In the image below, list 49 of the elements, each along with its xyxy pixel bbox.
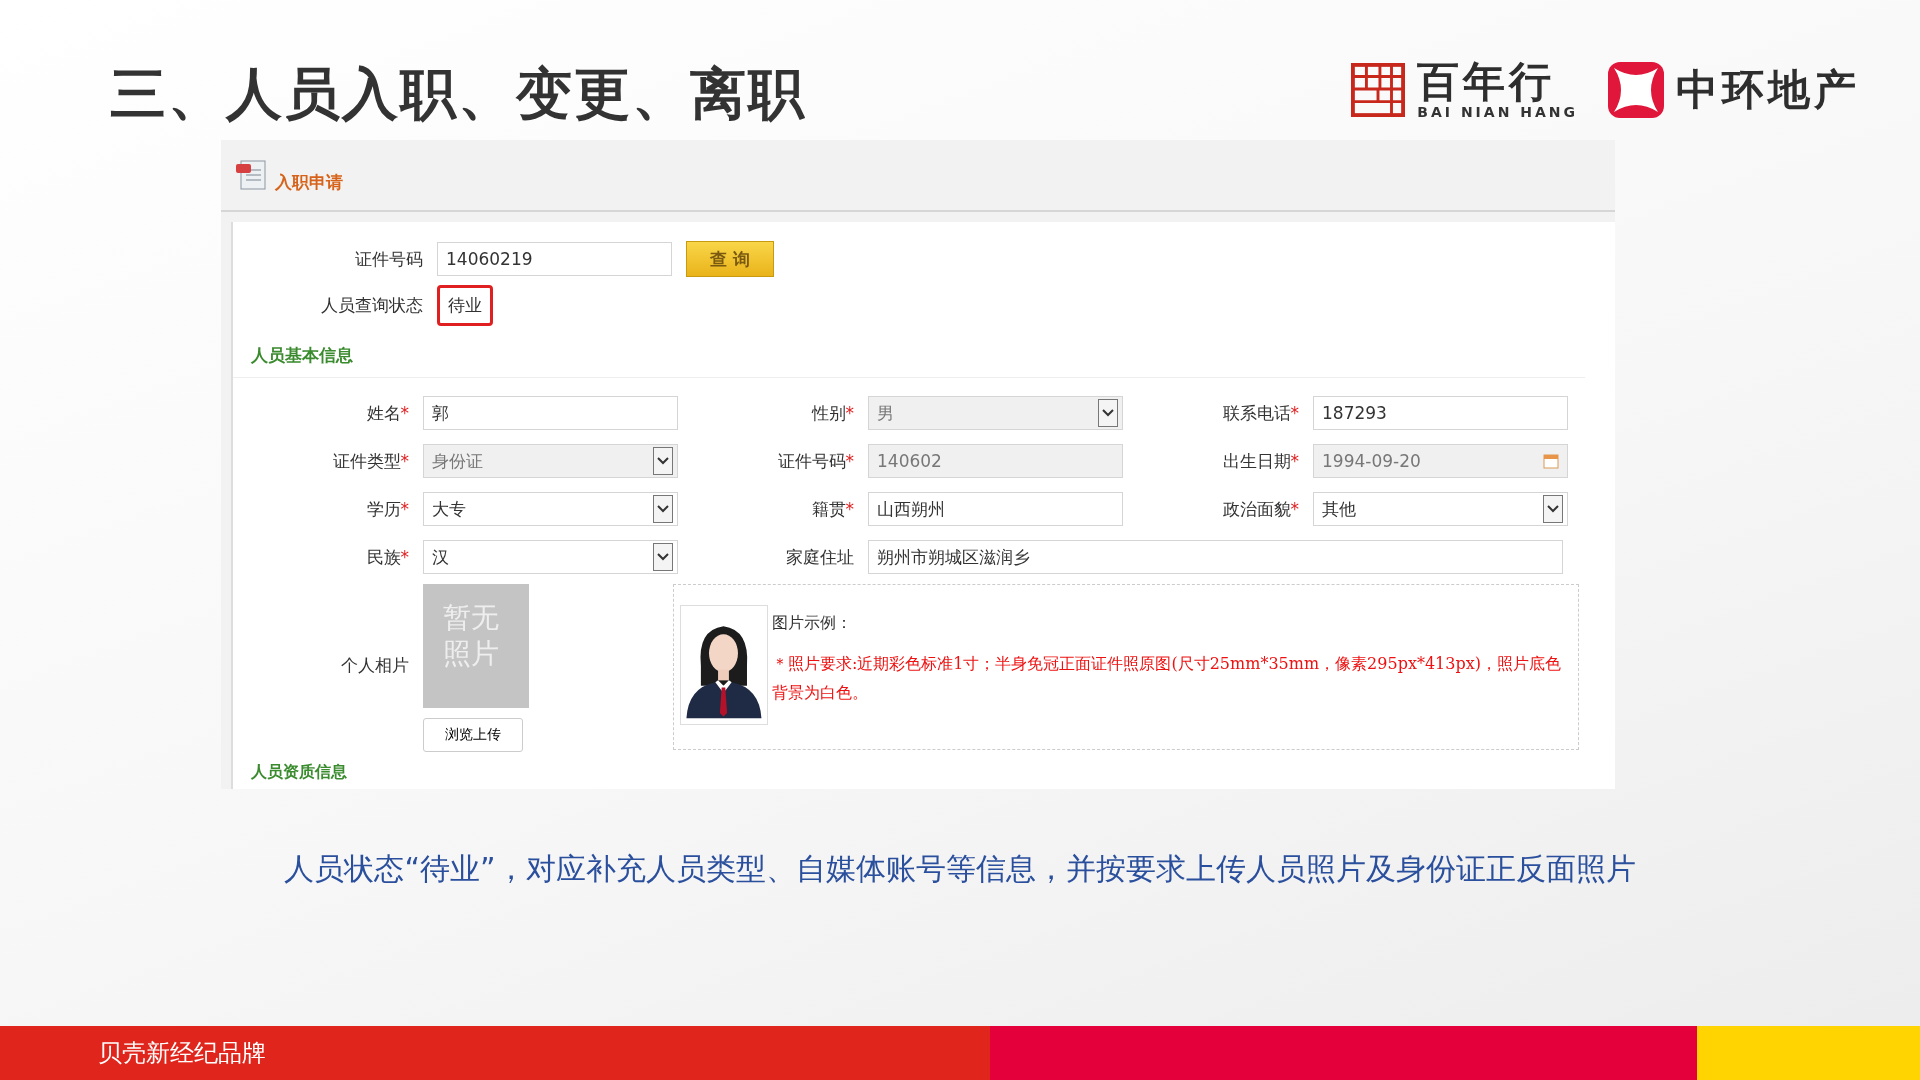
- field-label: 个人相片: [340, 654, 410, 677]
- form-field[interactable]: 朔州市朔城区滋润乡: [868, 540, 1563, 574]
- field-label: 学历: [366, 498, 401, 519]
- section-title: 人员资质信息: [250, 761, 348, 783]
- upload-button[interactable]: 浏览上传: [423, 718, 523, 752]
- required-asterisk: *: [400, 546, 409, 567]
- field-label: 证件号码: [354, 247, 423, 271]
- caption: 人员状态“待业”，对应补充人员类型、自媒体账号等信息，并按要求上传人员照片及身份证正反面照片: [283, 850, 1637, 888]
- field-label: 姓名: [366, 402, 401, 423]
- form-title: 入职申请: [275, 170, 343, 194]
- required-asterisk: *: [1290, 450, 1299, 471]
- form-field[interactable]: 汉: [423, 540, 678, 574]
- form-field[interactable]: 187293: [1313, 396, 1568, 430]
- field-label: 家庭住址: [786, 546, 854, 567]
- id-number-field[interactable]: 14060219: [437, 242, 672, 276]
- field-label: 性别: [811, 402, 846, 423]
- form-field[interactable]: 山西朔州: [868, 492, 1123, 526]
- required-asterisk: *: [400, 450, 409, 471]
- status-value: 待业: [437, 284, 493, 326]
- field-label: 证件号码: [777, 450, 846, 471]
- section-title: 人员基本信息: [233, 334, 1585, 378]
- required-asterisk: *: [400, 498, 409, 519]
- grid-logo-icon: [1351, 62, 1406, 118]
- logo-name: 中环地产: [1676, 67, 1860, 113]
- required-asterisk: *: [845, 498, 854, 519]
- field-label: 民族: [366, 546, 401, 567]
- form-field[interactable]: 其他: [1313, 492, 1568, 526]
- required-asterisk: *: [1290, 498, 1299, 519]
- required-asterisk: *: [845, 402, 854, 423]
- photo-requirement-note: ＊照片要求:近期彩色标准1寸；半身免冠正面证件照原图(尺寸25mm*35mm，像素295px*413px)，照片底色背景为白色。: [771, 653, 1562, 704]
- field-label: 人员查询状态: [320, 293, 423, 317]
- form-field[interactable]: 郭: [423, 396, 678, 430]
- logo-name: 百年行: [1417, 59, 1557, 105]
- field-label: 政治面貌: [1222, 498, 1291, 519]
- document-icon: [235, 158, 269, 192]
- field-label: 出生日期: [1222, 450, 1291, 471]
- footer-brand: 贝壳新经纪品牌: [97, 1038, 266, 1069]
- logo-subtitle: BAI NIAN HANG: [1417, 104, 1578, 121]
- field-label: 证件类型: [332, 450, 401, 471]
- example-label: 图片示例：: [771, 613, 853, 634]
- required-asterisk: *: [1290, 402, 1299, 423]
- required-asterisk: *: [400, 402, 409, 423]
- form-field[interactable]: 大专: [423, 492, 678, 526]
- field-label: 籍贯: [811, 498, 846, 519]
- cross-logo-icon: [1608, 62, 1664, 118]
- field-label: 联系电话: [1222, 402, 1291, 423]
- query-button[interactable]: 查 询: [686, 241, 774, 277]
- slide-title: 三、人员入职、变更、离职: [110, 60, 806, 128]
- required-asterisk: *: [845, 450, 854, 471]
